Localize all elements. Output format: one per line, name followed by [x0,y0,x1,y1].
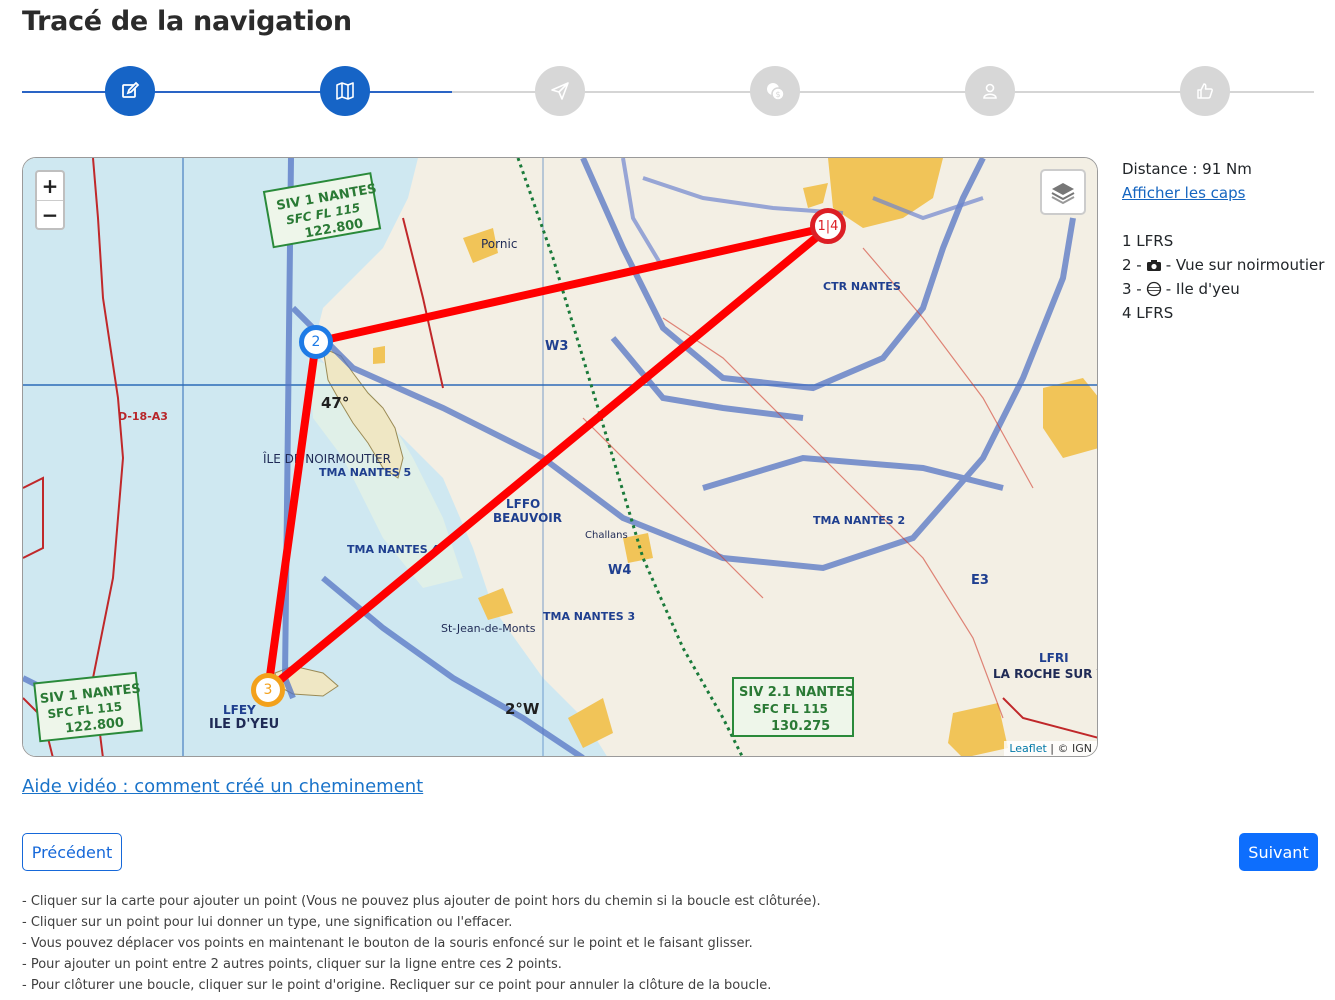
map-attribution: Leaflet | © IGN [1004,741,1097,756]
step-cost[interactable]: $ [750,66,800,116]
deg47-label: 47° [321,394,349,412]
instruction-line: - Cliquer sur la carte pour ajouter un p… [22,894,821,909]
waypoint-item-3[interactable]: 3 - - Ile d'yeu [1122,277,1324,301]
layers-icon [1051,183,1075,205]
noirmoutier-label: ÎLE DE NOIRMOUTIER [262,451,391,466]
distance-label: Distance : 91 Nm [1122,160,1252,178]
waypoint-item-4[interactable]: 4 LFRS [1122,301,1324,325]
w4-label: W4 [608,563,631,578]
map-icon [336,82,354,100]
next-button[interactable]: Suivant [1239,833,1318,871]
money-icon: $ [767,83,785,101]
instructions: - Cliquer sur la carte pour ajouter un p… [22,891,821,996]
zoom-out-button[interactable]: − [37,200,63,228]
layers-button[interactable] [1040,169,1086,215]
camera-icon [1146,258,1162,272]
challans-label: Challans [585,530,628,541]
step-validate[interactable] [1180,66,1230,116]
waypoint-2[interactable]: 2 [299,325,333,359]
tma-nantes-2: TMA NANTES 2 [813,514,905,527]
aeronautical-chart[interactable]: SIV 1 NANTES SFC FL 115 122.800 SIV 1 NA… [23,158,1098,757]
w3-label: W3 [545,339,568,354]
waypoint-1-4[interactable]: 1|4 [810,208,846,244]
tma-nantes-5: TMA NANTES 5 [319,466,411,479]
step-flight[interactable] [535,66,585,116]
tma-nantes-3: TMA NANTES 3 [543,610,635,623]
aerodrome-icon [1146,281,1162,297]
waypoint-3[interactable]: 3 [251,673,285,707]
video-help-link[interactable]: Aide vidéo : comment créé un cheminement [22,776,423,797]
ign-label: IGN [1072,742,1092,755]
r-d18: D-18-A3 [118,410,168,423]
ctr-nantes: CTR NANTES [823,280,901,293]
lfri-label: LFRI [1039,651,1069,665]
step-pilot[interactable] [965,66,1015,116]
svg-text:$: $ [775,90,780,99]
stepper-progress [22,91,452,93]
waypoint-item-text: - Ile d'yeu [1165,280,1240,298]
waypoint-item-text: 4 LFRS [1122,304,1174,322]
map-view[interactable]: SIV 1 NANTES SFC FL 115 122.800 SIV 1 NA… [22,157,1098,757]
siv-bottom-right-label: SIV 2.1 NANTES [739,685,854,700]
pencil-icon [122,81,140,98]
waypoint-item-2[interactable]: 2 - - Vue sur noirmoutier [1122,253,1324,277]
progress-stepper: $ [22,66,1314,118]
siv-bottom-right-sfc: SFC FL 115 [753,702,828,716]
instruction-line: - Pour ajouter un point entre 2 autres p… [22,957,562,972]
tma-nantes-4: TMA NANTES 4 [347,543,439,556]
siv-bottom-right-freq: 130.275 [771,719,830,734]
deg2w-label: 2°W [505,700,540,718]
waypoint-item-text: - Vue sur noirmoutier [1165,256,1325,274]
instruction-line: - Pour clôturer une boucle, cliquer sur … [22,978,772,993]
lfey-label: LFEY [223,703,256,717]
e3-label: E3 [971,573,989,588]
thumbs-up-icon [1197,83,1213,99]
zoom-in-button[interactable]: + [37,172,63,200]
ile-yeu-label: ILE D'YEU [209,717,279,732]
page-title: Tracé de la navigation [22,6,352,37]
waypoint-item-text: 1 LFRS [1122,232,1174,250]
beauvoir-label: BEAUVOIR [493,511,562,525]
waypoint-list: 1 LFRS 2 - - Vue sur noirmoutier 3 - - I… [1122,229,1324,325]
waypoint-item-prefix: 3 - [1122,280,1142,298]
show-caps-link[interactable]: Afficher les caps [1122,182,1324,204]
waypoint-item-1[interactable]: 1 LFRS [1122,229,1324,253]
instruction-line: - Vous pouvez déplacer vos points en mai… [22,936,753,951]
paper-plane-icon [551,82,569,100]
waypoint-item-prefix: 2 - [1122,256,1142,274]
leaflet-link[interactable]: Leaflet [1009,742,1046,755]
st-jean-label: St-Jean-de-Monts [441,622,536,635]
step-map[interactable] [320,66,370,116]
route-summary: Distance : 91 Nm Afficher les caps 1 LFR… [1122,158,1324,325]
zoom-control: + − [35,170,65,230]
lffo-label: LFFO [506,497,540,511]
pornic-label: Pornic [481,237,517,251]
instruction-line: - Cliquer sur un point pour lui donner u… [22,915,513,930]
user-icon [983,83,997,99]
step-edit[interactable] [105,66,155,116]
previous-button[interactable]: Précédent [22,833,122,871]
la-roche-label: LA ROCHE SUR YON [993,667,1098,681]
attribution-separator: | © [1046,742,1072,755]
